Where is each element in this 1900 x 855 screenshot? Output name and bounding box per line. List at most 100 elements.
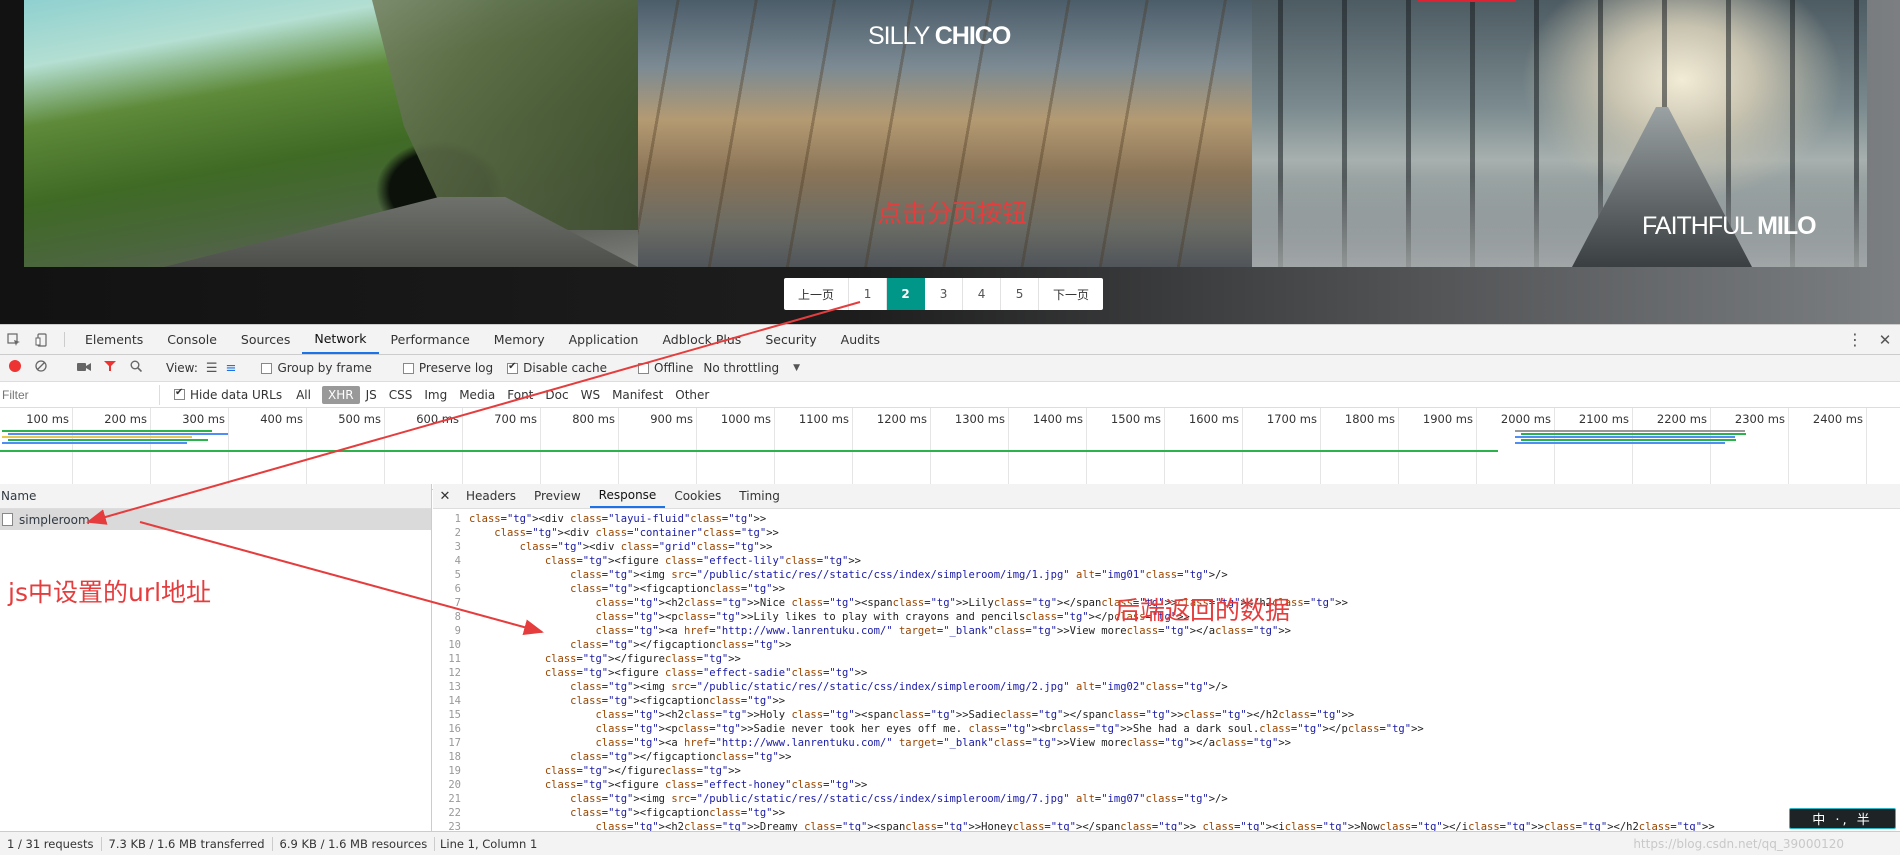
filter-type-ws[interactable]: WS xyxy=(575,386,606,404)
line-number: 19 xyxy=(448,765,461,777)
timeline-tick: 1000 ms xyxy=(721,408,775,489)
timeline-request-bar xyxy=(1515,442,1725,444)
preserve-log-checkbox[interactable]: Preserve log xyxy=(402,361,493,375)
checkbox-checked-icon xyxy=(174,387,185,400)
video-camera-icon[interactable] xyxy=(71,361,97,376)
throttling-select[interactable]: No throttling ▼ xyxy=(703,361,800,375)
filter-type-media[interactable]: Media xyxy=(453,386,501,404)
tab-timing[interactable]: Timing xyxy=(730,484,789,508)
timeline-tick-label: 600 ms xyxy=(416,412,459,426)
close-icon[interactable]: ✕ xyxy=(433,484,457,508)
filter-type-xhr[interactable]: XHR xyxy=(321,385,360,404)
filter-type-all[interactable]: All xyxy=(290,386,317,404)
timeline-tick-label: 1400 ms xyxy=(1032,412,1083,426)
tab-preview[interactable]: Preview xyxy=(525,484,590,508)
more-vert-icon[interactable]: ⋮ xyxy=(1840,325,1870,354)
toolbar-divider xyxy=(64,332,65,347)
filter-icon[interactable] xyxy=(97,360,123,376)
tab-adblock-plus[interactable]: Adblock Plus xyxy=(650,325,753,354)
close-icon[interactable]: ✕ xyxy=(1870,325,1900,354)
tab-cookies[interactable]: Cookies xyxy=(665,484,730,508)
pager-page-3[interactable]: 3 xyxy=(925,278,964,310)
timeline-tick-label: 1300 ms xyxy=(954,412,1005,426)
chevron-down-icon: ▼ xyxy=(793,363,801,373)
filter-type-other[interactable]: Other xyxy=(669,386,715,404)
code-line: class="tg"><div class="layui-fluid"class… xyxy=(469,513,767,525)
annotation-backend-data: 后端返回的数据 xyxy=(1115,596,1291,625)
pager-page-2-current[interactable]: 2 xyxy=(887,278,926,310)
tab-audits[interactable]: Audits xyxy=(829,325,892,354)
timeline-tick-label: 1900 ms xyxy=(1422,412,1473,426)
timeline-tick: 1700 ms xyxy=(1267,408,1321,489)
pager-next-button[interactable]: 下一页 xyxy=(1039,278,1103,310)
pager-page-1[interactable]: 1 xyxy=(849,278,888,310)
pager-page-4[interactable]: 4 xyxy=(963,278,1002,310)
timeline-tick: 1300 ms xyxy=(955,408,1009,489)
timeline-tick: 600 ms xyxy=(416,408,463,489)
large-rows-icon[interactable]: ☰ xyxy=(206,361,218,376)
line-number: 18 xyxy=(448,751,461,763)
timeline-tick-label: 1000 ms xyxy=(720,412,771,426)
tab-memory[interactable]: Memory xyxy=(482,325,557,354)
group-by-frame-checkbox[interactable]: Group by frame xyxy=(261,361,372,375)
device-toggle-icon[interactable] xyxy=(28,325,56,354)
tab-sources[interactable]: Sources xyxy=(229,325,302,354)
tab-elements[interactable]: Elements xyxy=(73,325,155,354)
filter-type-img[interactable]: Img xyxy=(418,386,453,404)
filter-type-manifest[interactable]: Manifest xyxy=(606,386,669,404)
code-line: class="tg"><figcaptionclass="tg">> xyxy=(570,807,786,819)
line-number: 2 xyxy=(454,527,461,539)
offline-checkbox[interactable]: Offline xyxy=(638,361,693,375)
tab-headers[interactable]: Headers xyxy=(457,484,525,508)
tab-response[interactable]: Response xyxy=(589,484,666,508)
tab-console[interactable]: Console xyxy=(155,325,229,354)
timeline-tick-label: 800 ms xyxy=(572,412,615,426)
search-icon[interactable] xyxy=(123,360,149,376)
timeline-request-bar xyxy=(8,433,228,435)
tab-performance[interactable]: Performance xyxy=(379,325,482,354)
timeline-tick: 1100 ms xyxy=(799,408,853,489)
timeline-request-bar xyxy=(1521,439,1736,441)
pager-page-5[interactable]: 5 xyxy=(1001,278,1040,310)
filter-type-css[interactable]: CSS xyxy=(383,386,419,404)
clear-icon[interactable] xyxy=(28,360,54,376)
network-overview-timeline[interactable]: 100 ms 200 ms 300 ms 400 ms 500 ms 600 ms 700 … xyxy=(0,408,1900,490)
filter-type-font[interactable]: Font xyxy=(501,386,539,404)
code-line: class="tg"><figure class="effect-honey"c… xyxy=(544,779,868,791)
throttling-value: No throttling xyxy=(703,361,780,375)
request-row[interactable]: simpleroom xyxy=(0,509,431,530)
code-line: class="tg"></figcaptionclass="tg">> xyxy=(570,751,792,763)
hide-data-urls-checkbox[interactable]: Hide data URLs xyxy=(174,387,283,402)
timeline-request-bar xyxy=(2,436,192,438)
timeline-tick-label: 400 ms xyxy=(260,412,303,426)
disable-cache-checkbox[interactable]: Disable cache xyxy=(507,361,607,375)
annotation-js-url: js中设置的url地址 xyxy=(8,578,212,607)
line-number: 17 xyxy=(448,737,461,749)
tab-network[interactable]: Network xyxy=(302,325,379,354)
request-name: simpleroom xyxy=(19,512,90,527)
filter-input[interactable] xyxy=(0,384,160,405)
detail-tab-bar: ✕ Headers Preview Response Cookies Timin… xyxy=(433,484,1900,509)
cliff-shape xyxy=(372,0,638,230)
csdn-watermark: https://blog.csdn.net/qq_39000120 xyxy=(1633,837,1844,851)
name-column-header[interactable]: Name xyxy=(0,484,431,509)
hide-data-urls-label: Hide data URLs xyxy=(190,387,283,402)
pager-prev-button[interactable]: 上一页 xyxy=(784,278,850,310)
pagination: 上一页 1 2 3 4 5 下一页 xyxy=(784,278,1104,310)
code-line: class="tg"><figure class="effect-lily"cl… xyxy=(544,555,862,567)
response-code-view[interactable]: 1 2 3 4 5 6 7 8 9 10 11 12 13 14 15 16 17 18 19 20 21 22 23 cl… xyxy=(433,509,1900,831)
filter-type-doc[interactable]: Doc xyxy=(539,386,574,404)
line-number: 23 xyxy=(448,821,461,831)
timeline-tick-label: 300 ms xyxy=(182,412,225,426)
record-icon[interactable] xyxy=(2,360,28,376)
caption-name: MILO xyxy=(1757,212,1816,240)
gallery-photo-road-tunnel[interactable] xyxy=(24,0,638,267)
select-element-icon[interactable] xyxy=(0,325,28,354)
tab-security[interactable]: Security xyxy=(753,325,828,354)
waterfall-icon[interactable]: ≡ xyxy=(226,361,237,376)
filter-type-js[interactable]: JS xyxy=(360,386,383,404)
ime-status-indicator[interactable]: 中 ·, 半 xyxy=(1789,808,1896,829)
filter-bar: Hide data URLs All XHR JS CSS Img Media … xyxy=(0,382,1900,408)
code-line: class="tg"><pclass="tg">>Lily likes to p… xyxy=(595,611,1190,623)
tab-application[interactable]: Application xyxy=(557,325,651,354)
